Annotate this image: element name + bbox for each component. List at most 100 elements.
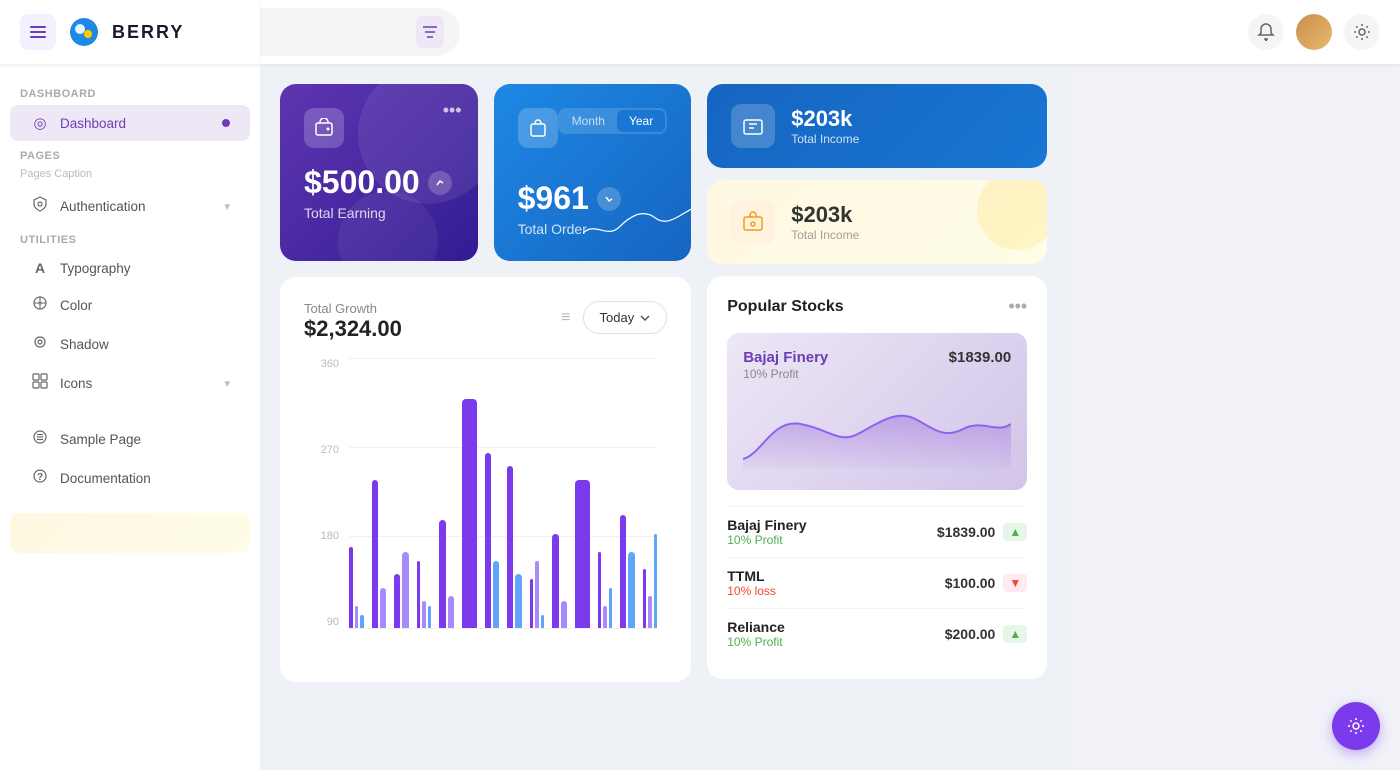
sidebar-item-sample-page[interactable]: Sample Page	[10, 420, 250, 458]
bar-segment	[372, 480, 378, 629]
stock-name-bajaj: Bajaj Finery	[727, 517, 806, 533]
income-blue-icon	[731, 104, 775, 148]
logo-icon	[68, 16, 100, 48]
sidebar-item-shadow[interactable]: Shadow	[10, 325, 250, 363]
sidebar-item-documentation[interactable]: ? Documentation	[10, 459, 250, 497]
stocks-header: Popular Stocks •••	[727, 296, 1027, 317]
filter-button[interactable]	[416, 16, 444, 48]
gear-icon	[1353, 23, 1371, 41]
income-yellow-text: $203k Total Income	[791, 202, 859, 242]
icons-label: Icons	[60, 376, 92, 391]
stock-badge-bajaj: ▲	[1003, 523, 1027, 541]
authentication-label: Authentication	[60, 199, 146, 214]
stock-badge-ttml: ▼	[1003, 574, 1027, 592]
shadow-icon	[30, 334, 50, 354]
order-card: Month Year $961	[494, 84, 692, 261]
stocks-title: Popular Stocks	[727, 298, 843, 316]
bag-icon	[528, 118, 548, 138]
bar-group-8	[530, 358, 545, 628]
bar-segment	[643, 569, 647, 628]
income-yellow-amount: $203k	[791, 202, 859, 228]
year-tab[interactable]: Year	[617, 110, 665, 132]
y-label-360: 360	[304, 358, 339, 370]
stocks-more-icon[interactable]: •••	[1008, 296, 1027, 317]
header-logo-area: BERRY	[0, 0, 260, 64]
main-left: ••• $500.00 Total Earning	[280, 84, 691, 682]
chart-controls: ≡ Today	[561, 301, 667, 334]
month-tab[interactable]: Month	[560, 110, 617, 132]
main-wrapper: Dashboard ◎ Dashboard Pages Pages Captio…	[0, 0, 1067, 770]
bar-segment	[428, 606, 432, 628]
sidebar-section-dashboard: Dashboard	[0, 80, 260, 104]
bar-segment	[541, 615, 545, 629]
stock-info-reliance: Reliance 10% Profit	[727, 619, 785, 649]
bar-group-4	[439, 358, 454, 628]
bar-segment	[552, 534, 558, 629]
sidebar-pages-caption: Pages Caption	[0, 166, 260, 186]
sidebar-item-icons[interactable]: Icons ▾	[10, 364, 250, 402]
bar-segment	[561, 601, 567, 628]
stock-perf-reliance: 10% Profit	[727, 635, 785, 649]
fab-settings-button[interactable]	[1332, 702, 1380, 750]
y-label-180: 180	[304, 530, 339, 542]
income-blue-text: $203k Total Income	[791, 106, 859, 146]
earning-card-more[interactable]: •••	[443, 100, 462, 121]
fab-gear-icon	[1346, 716, 1366, 736]
sample-page-label: Sample Page	[60, 432, 141, 447]
sidebar-item-typography[interactable]: A Typography	[10, 251, 250, 285]
featured-stock-header: Bajaj Finery $1839.00	[743, 349, 1011, 367]
earning-card-icon-wrap	[304, 108, 344, 148]
sample-page-icon	[30, 429, 50, 449]
sidebar-item-dashboard-label: Dashboard	[60, 116, 126, 131]
featured-stock-chart	[743, 389, 1011, 469]
bar-segment	[439, 520, 445, 628]
bar-group-13	[643, 358, 658, 628]
today-button[interactable]: Today	[583, 301, 668, 334]
authentication-icon	[30, 196, 50, 216]
stocks-panel: Popular Stocks ••• Bajaj Finery $1839.00…	[707, 276, 1047, 679]
bar-segment	[628, 552, 634, 628]
logo-text: BERRY	[112, 22, 184, 43]
documentation-label: Documentation	[60, 471, 151, 486]
menu-button[interactable]	[20, 14, 56, 50]
top-cards-row: ••• $500.00 Total Earning	[280, 84, 691, 261]
chart-menu-icon[interactable]: ≡	[561, 309, 570, 327]
income-yellow-label: Total Income	[791, 228, 859, 242]
bar-segment	[462, 399, 477, 629]
stock-price-bajaj: $1839.00	[937, 524, 995, 540]
chevron-down-icon	[640, 315, 650, 321]
featured-stock-price: $1839.00	[949, 349, 1012, 366]
sidebar-item-color[interactable]: Color	[10, 286, 250, 324]
stock-perf-bajaj: 10% Profit	[727, 533, 806, 547]
grid-line-90	[349, 628, 657, 629]
bell-icon	[1257, 23, 1275, 41]
bar-group-10	[575, 358, 590, 628]
bar-group-9	[552, 358, 567, 628]
income-yellow-card: $203k Total Income	[707, 180, 1047, 264]
bar-segment	[394, 574, 400, 628]
settings-button[interactable]	[1344, 14, 1380, 50]
chart-header-left: Total Growth $2,324.00	[304, 301, 402, 342]
sidebar-item-authentication[interactable]: Authentication ▾	[10, 187, 250, 225]
stock-info-bajaj: Bajaj Finery 10% Profit	[727, 517, 806, 547]
chart-amount: $2,324.00	[304, 316, 402, 342]
typography-icon: A	[30, 260, 50, 276]
dashboard-icon: ◎	[30, 114, 50, 132]
user-avatar[interactable]	[1296, 14, 1332, 50]
featured-stock-name: Bajaj Finery	[743, 349, 828, 366]
sidebar-item-dashboard[interactable]: ◎ Dashboard	[10, 105, 250, 141]
icons-icon	[30, 373, 50, 393]
yellow-decor	[977, 180, 1047, 250]
stock-right-ttml: $100.00 ▼	[945, 574, 1028, 592]
featured-stock-profit: 10% Profit	[743, 367, 1011, 381]
bar-segment	[530, 579, 534, 628]
bar-segment	[448, 596, 454, 628]
main-grid: ••• $500.00 Total Earning	[280, 84, 1047, 682]
notification-button[interactable]	[1248, 14, 1284, 50]
stock-right-reliance: $200.00 ▲	[945, 625, 1028, 643]
chart-area: 360 270 180 90	[304, 358, 667, 658]
bar-segment	[493, 561, 499, 629]
bar-segment	[575, 480, 590, 629]
month-year-switch: Month Year	[558, 108, 668, 134]
bar-segment	[598, 552, 602, 628]
